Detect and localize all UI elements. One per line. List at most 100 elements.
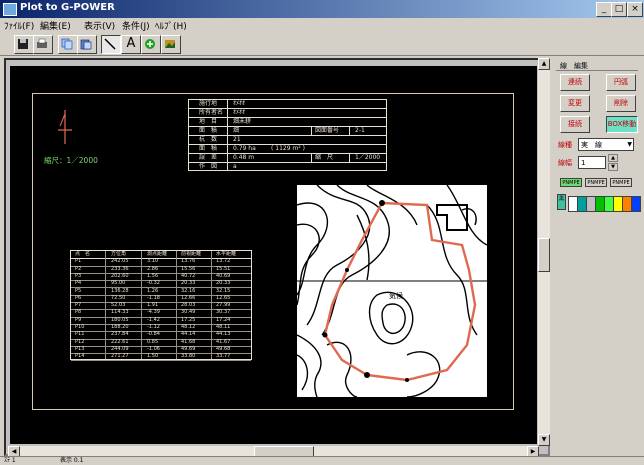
line-type-label: 線種 <box>558 141 572 149</box>
toolbar: A <box>0 32 644 56</box>
edit-panel: 線 編集 連続 円弧 変更 削除 接続 BOX移動 線種 実 線 ▼ 線幅 1 … <box>552 58 644 456</box>
print-button[interactable] <box>33 35 53 54</box>
line-type-select[interactable]: 実 線 ▼ <box>578 138 634 151</box>
table-cell: 52.03 <box>111 302 126 309</box>
info-table: 施行地 ｵﾒｵｵ 所有者名 ｵﾒｵｵ 地 目畑未耕 面 積畑図面番号 2-1 杭 数2… <box>188 99 387 171</box>
menu-view[interactable]: 表示(V) <box>84 19 115 32</box>
table-cell: 0.85 <box>147 338 159 345</box>
zoom-button[interactable] <box>141 35 161 54</box>
info-row: 作 図a <box>199 163 237 170</box>
horizontal-scrollbar[interactable]: ◀ ▶ <box>8 446 539 458</box>
print-icon <box>37 38 47 48</box>
table-cell: P7 <box>75 302 82 309</box>
table-cell: 48.12 <box>181 324 196 330</box>
table-cell: 1.50 <box>147 353 159 360</box>
table-cell: 72.50 <box>111 294 126 301</box>
table-cell: 271.27 <box>111 353 129 360</box>
text-tool-button[interactable]: A <box>121 35 141 54</box>
table-cell: P6 <box>75 294 82 301</box>
scroll-up-icon[interactable]: ▲ <box>538 58 550 70</box>
save-button[interactable] <box>14 35 34 54</box>
style-button-2[interactable]: PNMPE <box>585 178 607 187</box>
menu-file[interactable]: ﾌｧｲﾙ(F) <box>4 19 34 32</box>
coordinate-table: 点 名 方位角 測点距離 前視距離 水平距離 P1 242.05 3.10 13.76… <box>70 250 252 362</box>
table-cell: P14 <box>75 353 85 360</box>
copy-icon <box>61 38 73 50</box>
width-down-icon[interactable]: ▼ <box>608 163 618 171</box>
copy-button[interactable] <box>58 35 78 54</box>
line-width-input[interactable]: 1 <box>578 156 606 169</box>
line-width-label: 線幅 <box>558 159 572 167</box>
table-cell: 13.76 <box>181 258 196 265</box>
table-cell: 40.72 <box>181 272 196 279</box>
table-cell: -1.12 <box>147 324 160 330</box>
table-cell: 41.67 <box>216 338 231 345</box>
table-cell: 12.65 <box>216 294 231 301</box>
table-cell: -1.42 <box>147 316 160 323</box>
table-cell: 32.16 <box>181 287 196 294</box>
map-annotation: 気候 <box>389 292 403 300</box>
table-cell: P8 <box>75 309 82 316</box>
window-title: Plot to G-POWER <box>20 2 115 13</box>
info-row: 杭 数 21 <box>189 136 386 145</box>
line-tool-button[interactable] <box>101 35 121 54</box>
table-cell: -0.32 <box>147 280 160 287</box>
delete-button[interactable]: 削除 <box>606 95 636 112</box>
table-cell: 30.49 <box>181 309 196 316</box>
style-button-1[interactable]: PNMPE <box>560 178 582 187</box>
table-cell: 30.37 <box>216 309 231 316</box>
table-cell: 1.91 <box>147 302 159 309</box>
table-cell: 12.66 <box>181 294 196 301</box>
table-cell: 44.14 <box>181 331 196 338</box>
table-cell: P12 <box>75 338 85 345</box>
menu-help[interactable]: ﾍﾙﾌﾟ(H) <box>155 19 187 32</box>
table-cell: -0.84 <box>147 331 160 338</box>
table-cell: 27.99 <box>216 302 231 309</box>
line-tool-icon <box>104 38 116 50</box>
table-row: P14 271.27 1.50 33.80 33.77 <box>71 353 251 362</box>
table-cell: P3 <box>75 272 82 279</box>
width-up-icon[interactable]: ▲ <box>608 154 618 162</box>
style-button-3[interactable]: PNMPE <box>610 178 632 187</box>
info-row: 地 目畑未耕 <box>189 118 386 127</box>
vertical-scroll-thumb[interactable] <box>538 238 550 272</box>
color-swatch[interactable] <box>631 196 641 212</box>
connect-button[interactable]: 接続 <box>560 116 590 133</box>
table-cell: 242.05 <box>111 258 129 265</box>
paste-icon <box>80 39 92 50</box>
vertical-scrollbar[interactable]: ▲ ▼ <box>538 58 550 446</box>
table-cell: 49.68 <box>216 345 231 352</box>
north-arrow-icon <box>58 110 72 144</box>
table-cell: 49.69 <box>181 345 196 352</box>
table-cell: 15.51 <box>216 265 231 272</box>
table-cell: 202.60 <box>111 272 129 279</box>
image-button[interactable] <box>161 35 181 54</box>
table-cell: 17.25 <box>181 316 196 323</box>
table-cell: P13 <box>75 345 85 352</box>
paste-button[interactable] <box>77 35 97 54</box>
table-cell: 222.61 <box>111 338 129 345</box>
menu-bar: ﾌｧｲﾙ(F) 編集(E) 表示(V) 条件(J) ﾍﾙﾌﾟ(H) <box>0 18 644 32</box>
table-cell: 44.13 <box>216 331 231 338</box>
menu-edit[interactable]: 編集(E) <box>40 19 71 32</box>
color-label: 黒 <box>557 194 566 210</box>
box-move-button[interactable]: BOX移動 <box>606 116 638 133</box>
table-cell: 48.11 <box>216 324 231 330</box>
table-cell: -4.39 <box>147 309 160 316</box>
chevron-down-icon[interactable]: ▼ <box>627 139 632 151</box>
table-cell: 3.10 <box>147 258 159 265</box>
contour-map: 気候 <box>296 184 488 398</box>
arc-button[interactable]: 円弧 <box>606 74 636 91</box>
change-button[interactable]: 変更 <box>560 95 590 112</box>
scroll-down-icon[interactable]: ▼ <box>538 434 550 446</box>
table-cell: 17.24 <box>216 316 231 323</box>
table-cell: 233.36 <box>111 265 129 272</box>
title-bar: Plot to G-POWER _ □ × <box>0 0 644 18</box>
table-cell: 20.33 <box>181 280 196 287</box>
table-cell: P5 <box>75 287 82 294</box>
table-cell: 188.20 <box>111 324 129 330</box>
continuous-button[interactable]: 連続 <box>560 74 590 91</box>
menu-condition[interactable]: 条件(J) <box>122 19 150 32</box>
table-cell: 40.69 <box>216 272 231 279</box>
table-cell: 32.15 <box>216 287 231 294</box>
